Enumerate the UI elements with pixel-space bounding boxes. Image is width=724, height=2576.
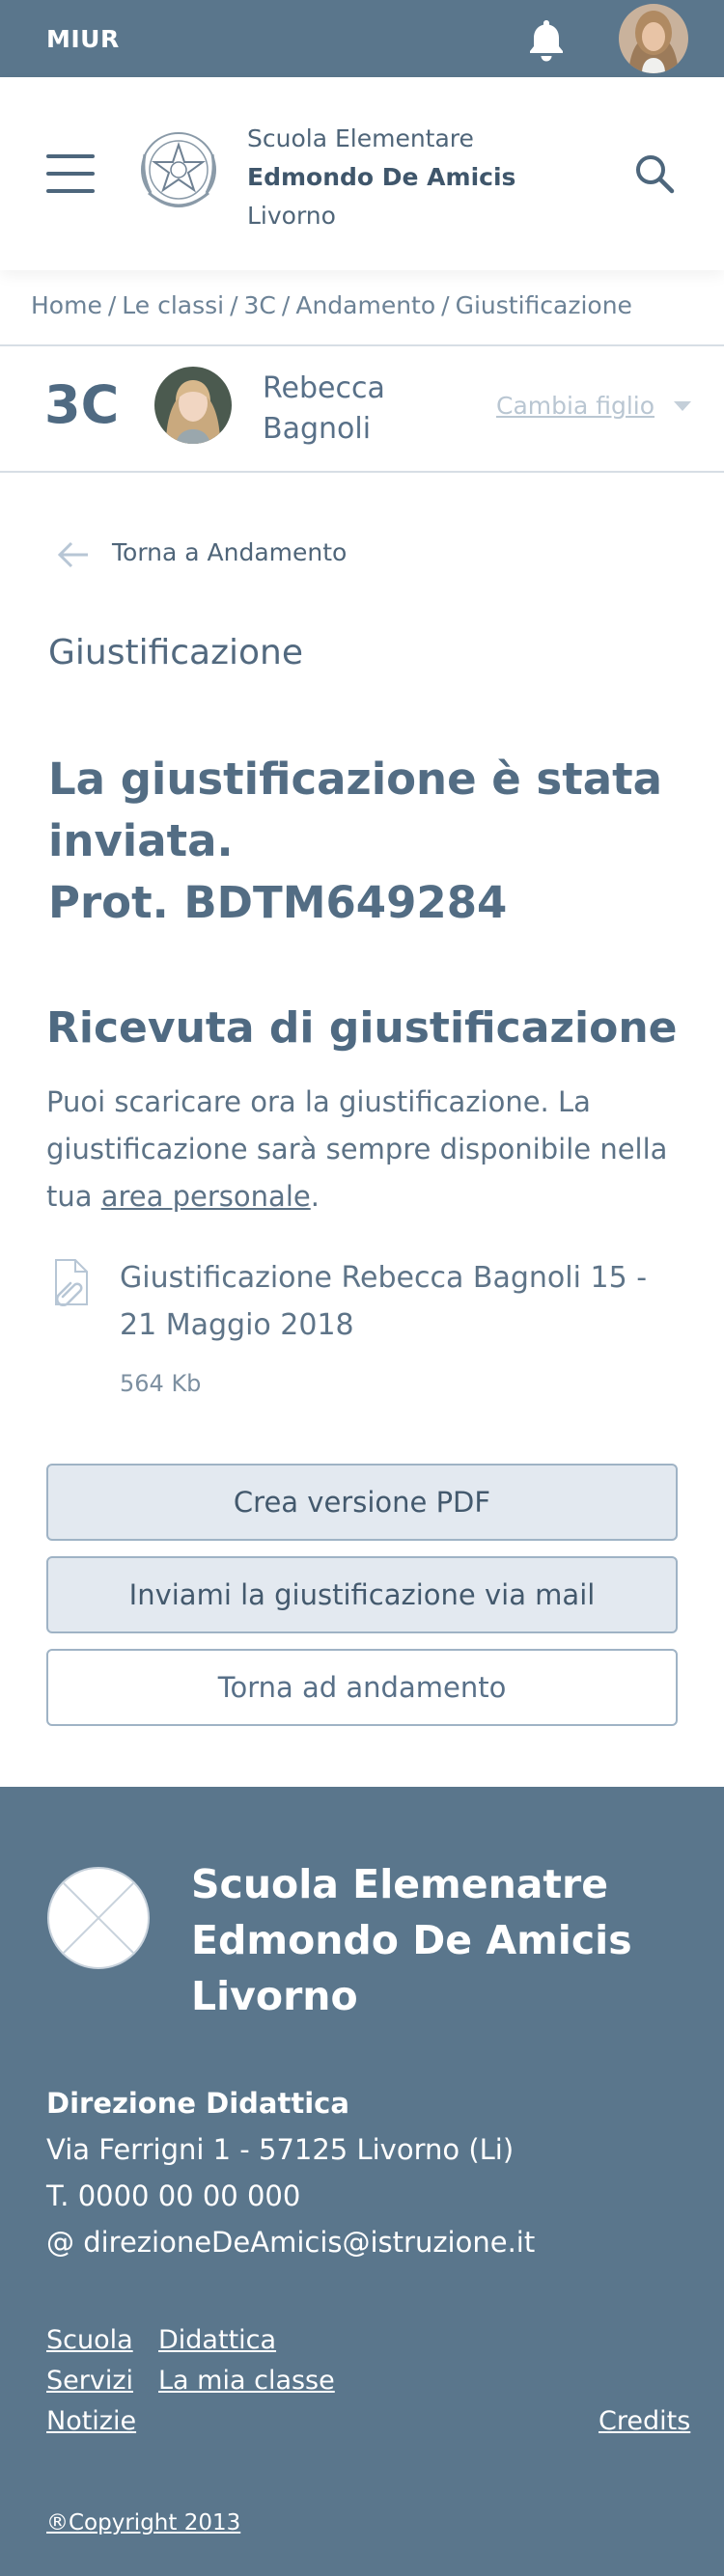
confirmation-message: La giustificazione è stata inviata. Prot…	[48, 749, 685, 934]
footer-title-line: Livorno	[191, 1973, 358, 2019]
child-name: Rebecca Bagnoli	[263, 369, 385, 450]
user-avatar[interactable]	[619, 4, 688, 73]
footer-school-name: Scuola Elemenatre Edmondo De Amicis Livo…	[191, 1856, 632, 2024]
hamburger-icon[interactable]	[46, 154, 95, 193]
receipt-title: Ricevuta di giustificazione	[46, 1003, 678, 1053]
back-link-label: Torna a Andamento	[112, 538, 348, 566]
bell-icon[interactable]	[525, 17, 568, 62]
section-title: Giustificazione	[48, 633, 304, 672]
breadcrumb-progress[interactable]: Andamento	[295, 291, 435, 319]
school-type: Scuola Elementare	[247, 124, 474, 152]
footer-address: Via Ferrigni 1 - 57125 Livorno (Li)	[46, 2133, 515, 2166]
brand-label[interactable]: MIUR	[46, 25, 120, 53]
file-name[interactable]: Giustificazione Rebecca Bagnoli 15 - 21 …	[120, 1254, 689, 1349]
top-bar: MIUR	[0, 0, 724, 77]
confirmation-line: La giustificazione è stata	[48, 754, 662, 805]
breadcrumb-current: Giustificazione	[455, 291, 632, 319]
child-last-name: Bagnoli	[263, 412, 372, 446]
footer-link-la-mia-classe[interactable]: La mia classe	[158, 2366, 335, 2396]
breadcrumb-class[interactable]: 3C	[244, 291, 276, 319]
class-code: 3C	[44, 374, 120, 435]
divider	[0, 344, 724, 346]
logo-placeholder-icon	[46, 1866, 151, 1970]
confirmation-line: inviata.	[48, 815, 234, 866]
emblem-icon	[135, 125, 222, 218]
chevron-down-icon[interactable]	[674, 401, 691, 411]
child-avatar	[154, 367, 232, 444]
breadcrumb: Home / Le classi/3C / Andamento / Giustificazi…	[31, 291, 632, 319]
school-city: Livorno	[247, 202, 336, 230]
footer-contacts: Direzione Didattica Via Ferrigni 1 - 571…	[46, 2080, 535, 2265]
direction-title: Direzione Didattica	[46, 2087, 349, 2120]
site-footer: Scuola Elemenatre Edmondo De Amicis Livo…	[0, 1787, 724, 2576]
footer-title-line: Scuola Elemenatre	[191, 1861, 609, 1907]
copyright[interactable]: ®Copyright 2013	[46, 2510, 240, 2535]
file-size: 564 Kb	[120, 1370, 202, 1397]
send-mail-button[interactable]: Inviami la giustificazione via mail	[46, 1556, 678, 1633]
receipt-period: .	[310, 1180, 320, 1213]
divider	[0, 471, 724, 473]
personal-area-link[interactable]: area personale	[101, 1180, 311, 1213]
change-child-link[interactable]: Cambia figlio	[496, 392, 654, 420]
create-pdf-button[interactable]: Crea versione PDF	[46, 1464, 678, 1541]
breadcrumb-separator: /	[107, 291, 117, 319]
school-name[interactable]: Scuola Elementare Edmondo De Amicis Livo…	[247, 120, 515, 235]
arrow-left-icon	[56, 540, 91, 569]
breadcrumb-separator: /	[281, 291, 291, 319]
receipt-text: Puoi scaricare ora la giustificazione. L…	[46, 1079, 683, 1220]
site-header: Scuola Elementare Edmondo De Amicis Livo…	[0, 77, 724, 270]
attachment-icon	[50, 1258, 91, 1307]
protocol-number: Prot. BDTM649284	[48, 877, 508, 928]
breadcrumb-separator: /	[230, 291, 238, 319]
back-to-progress-button[interactable]: Torna ad andamento	[46, 1649, 678, 1726]
footer-title-line: Edmondo De Amicis	[191, 1917, 632, 1963]
breadcrumb-separator: /	[441, 291, 450, 319]
footer-link-notizie[interactable]: Notizie	[46, 2406, 136, 2436]
footer-link-servizi[interactable]: Servizi	[46, 2366, 133, 2396]
breadcrumb-home[interactable]: Home	[31, 291, 102, 319]
footer-phone: T. 0000 00 00 000	[46, 2179, 301, 2212]
footer-link-didattica[interactable]: Didattica	[158, 2325, 276, 2355]
school-title: Edmondo De Amicis	[247, 163, 516, 191]
footer-link-credits[interactable]: Credits	[599, 2406, 690, 2436]
breadcrumb-classes[interactable]: Le classi	[122, 291, 224, 319]
search-icon[interactable]	[633, 152, 676, 195]
footer-email[interactable]: @ direzioneDeAmicis@istruzione.it	[46, 2219, 535, 2265]
footer-link-scuola[interactable]: Scuola	[46, 2325, 133, 2355]
child-first-name: Rebecca	[263, 371, 385, 405]
